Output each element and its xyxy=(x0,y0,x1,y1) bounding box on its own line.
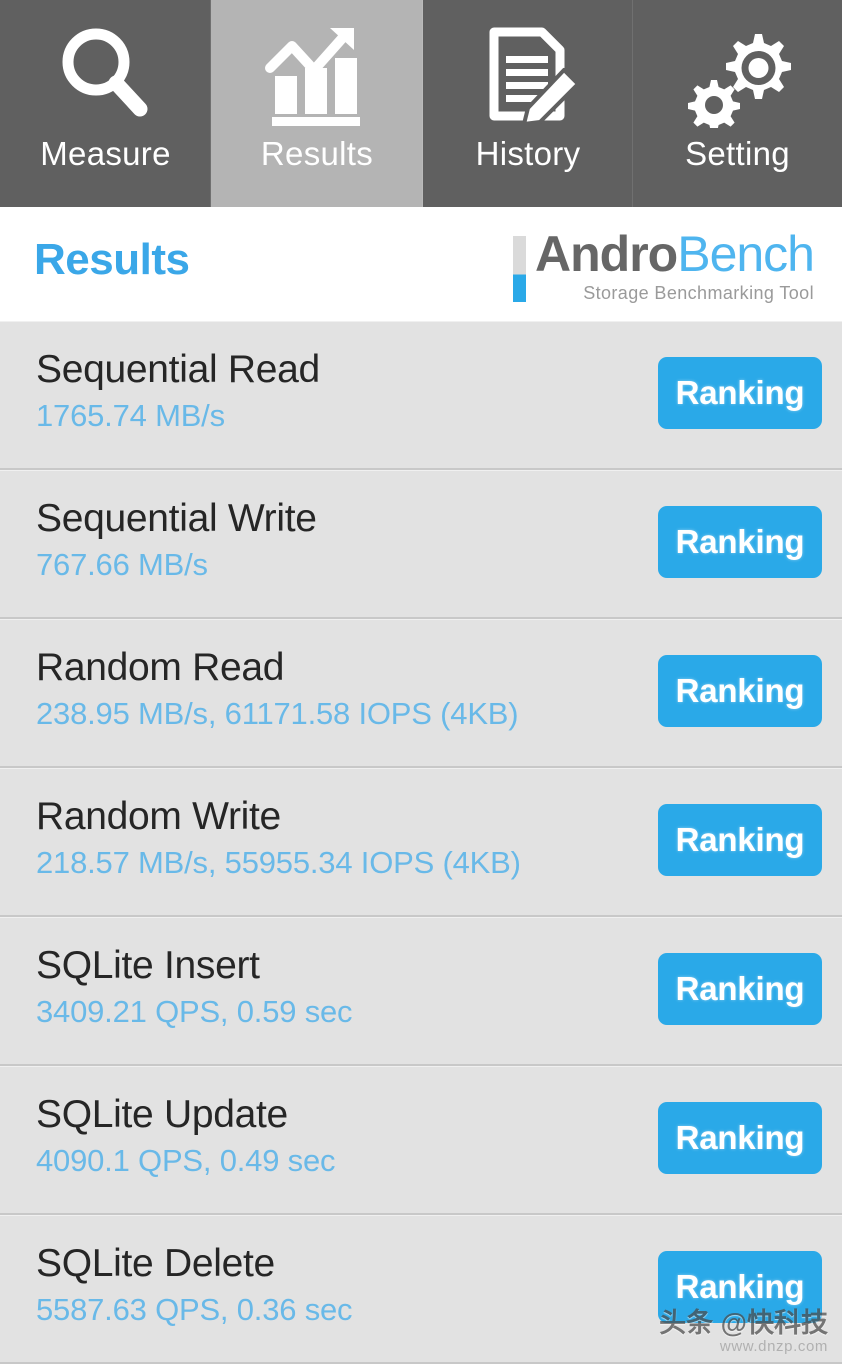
table-row[interactable]: Random Read 238.95 MB/s, 61171.58 IOPS (… xyxy=(0,619,842,768)
table-row[interactable]: Random Write 218.57 MB/s, 55955.34 IOPS … xyxy=(0,768,842,917)
table-row[interactable]: SQLite Insert 3409.21 QPS, 0.59 sec Rank… xyxy=(0,917,842,1066)
benchmark-name: SQLite Update xyxy=(36,1093,288,1136)
benchmark-name: Random Write xyxy=(36,795,281,838)
gears-icon xyxy=(668,14,808,134)
tab-measure[interactable]: Measure xyxy=(0,0,211,207)
benchmark-name: SQLite Delete xyxy=(36,1242,275,1285)
benchmark-name: SQLite Insert xyxy=(36,944,260,987)
benchmark-value: 238.95 MB/s, 61171.58 IOPS (4KB) xyxy=(36,696,519,731)
tab-setting[interactable]: Setting xyxy=(633,0,842,207)
tab-setting-label: Setting xyxy=(685,135,790,172)
logo-tagline: Storage Benchmarking Tool xyxy=(583,283,814,303)
benchmark-value: 1765.74 MB/s xyxy=(36,398,225,433)
bar-chart-trend-icon xyxy=(247,14,387,134)
benchmark-value: 767.66 MB/s xyxy=(36,547,208,582)
benchmark-name: Sequential Write xyxy=(36,497,317,540)
row-text-group: Sequential Read 1765.74 MB/s xyxy=(36,347,320,436)
ranking-button[interactable]: Ranking xyxy=(658,655,822,727)
row-text-group: Random Read 238.95 MB/s, 61171.58 IOPS (… xyxy=(36,645,519,734)
ranking-button[interactable]: Ranking xyxy=(658,804,822,876)
row-text-group: Sequential Write 767.66 MB/s xyxy=(36,496,317,585)
tab-history-label: History xyxy=(475,135,581,172)
benchmark-value: 5587.63 QPS, 0.36 sec xyxy=(36,1292,353,1327)
row-text-group: SQLite Insert 3409.21 QPS, 0.59 sec xyxy=(36,943,353,1032)
magnifier-icon xyxy=(36,14,176,134)
benchmark-value: 218.57 MB/s, 55955.34 IOPS (4KB) xyxy=(36,845,521,880)
page-title: Results xyxy=(34,235,190,284)
ranking-button[interactable]: Ranking xyxy=(658,357,822,429)
benchmark-value: 3409.21 QPS, 0.59 sec xyxy=(36,994,353,1029)
benchmark-value: 4090.1 QPS, 0.49 sec xyxy=(36,1143,336,1178)
ranking-button[interactable]: Ranking xyxy=(658,1251,822,1323)
benchmark-name: Random Read xyxy=(36,646,285,689)
page-header: Results AndroBench Storage Benchmarking … xyxy=(0,207,842,321)
table-row[interactable]: SQLite Delete 5587.63 QPS, 0.36 sec Rank… xyxy=(0,1215,842,1364)
tab-measure-label: Measure xyxy=(40,135,171,172)
tab-results-label: Results xyxy=(260,135,374,172)
results-list: Sequential Read 1765.74 MB/s Ranking Seq… xyxy=(0,321,842,1364)
table-row[interactable]: Sequential Write 767.66 MB/s Ranking xyxy=(0,470,842,619)
logo-primary-text: Andro xyxy=(535,226,678,282)
logo-secondary-text: Bench xyxy=(677,226,815,282)
tab-history[interactable]: History xyxy=(423,0,633,207)
row-text-group: Random Write 218.57 MB/s, 55955.34 IOPS … xyxy=(36,794,521,883)
top-tab-bar: Measure Results History Setting xyxy=(0,0,842,207)
row-text-group: SQLite Update 4090.1 QPS, 0.49 sec xyxy=(36,1092,336,1181)
ranking-button[interactable]: Ranking xyxy=(658,506,822,578)
benchmark-name: Sequential Read xyxy=(36,348,320,391)
table-row[interactable]: SQLite Update 4090.1 QPS, 0.49 sec Ranki… xyxy=(0,1066,842,1215)
table-row[interactable]: Sequential Read 1765.74 MB/s Ranking xyxy=(0,321,842,470)
androbench-logo: AndroBench Storage Benchmarking Tool xyxy=(513,226,815,304)
ranking-button[interactable]: Ranking xyxy=(658,953,822,1025)
tab-results[interactable]: Results xyxy=(211,0,423,207)
logo-bar-icon xyxy=(513,236,527,302)
row-text-group: SQLite Delete 5587.63 QPS, 0.36 sec xyxy=(36,1241,353,1330)
ranking-button[interactable]: Ranking xyxy=(658,1102,822,1174)
document-pencil-icon xyxy=(458,14,598,134)
